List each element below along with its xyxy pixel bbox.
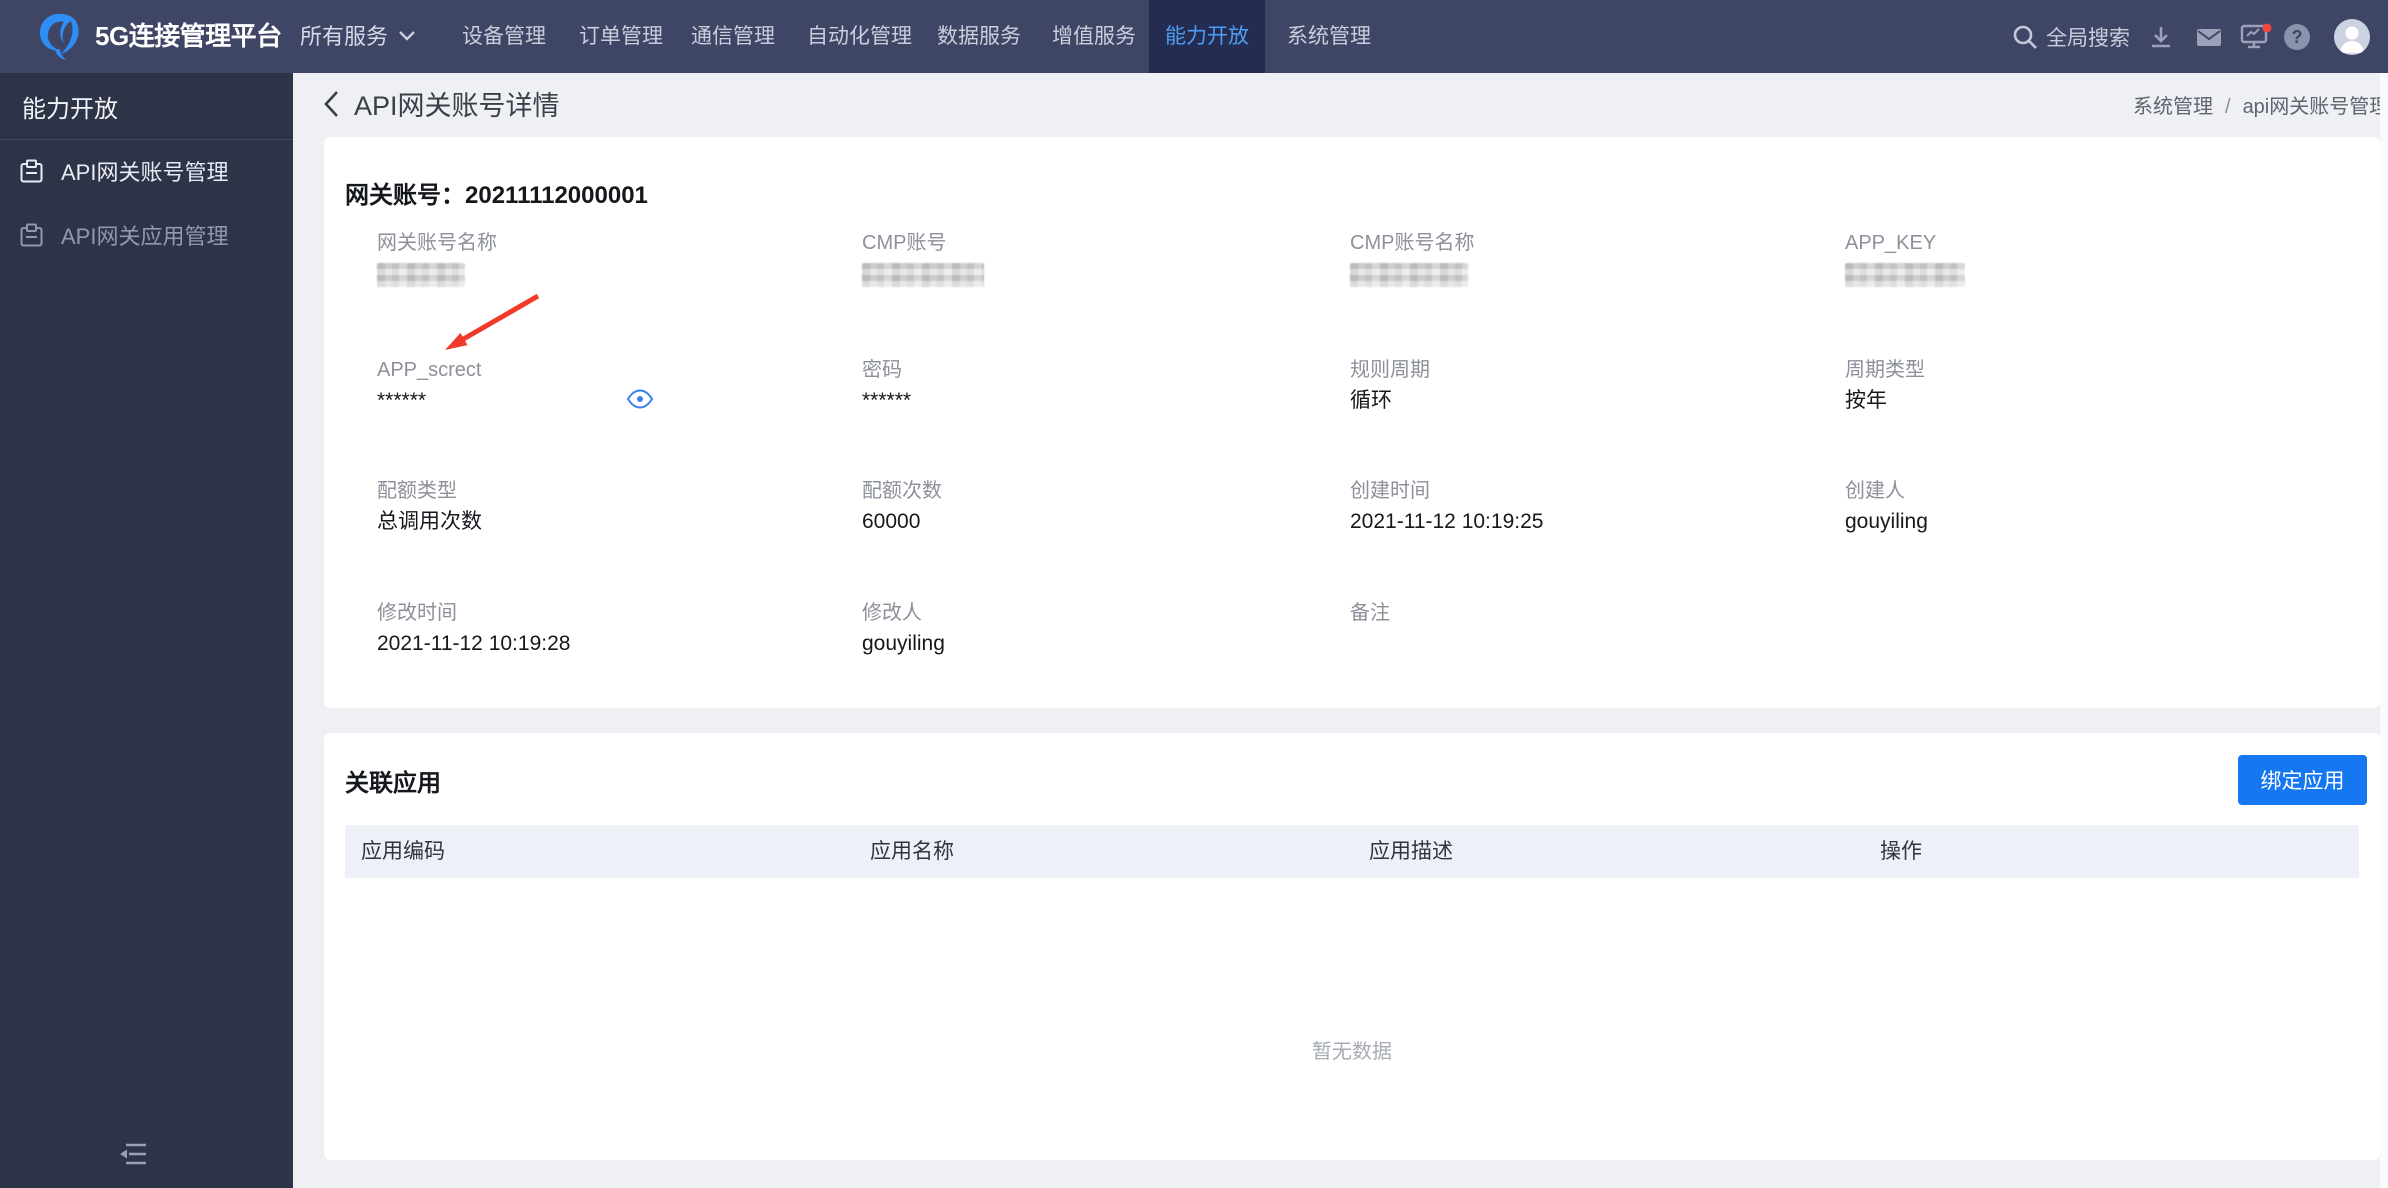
field-label: 配额类型 <box>377 480 457 502</box>
nav-capability-open[interactable]: 能力开放 <box>1149 0 1265 73</box>
bind-app-button[interactable]: 绑定应用 <box>2238 755 2367 805</box>
global-search[interactable]: 全局搜索 <box>2012 0 2130 73</box>
field-value: 60000 <box>862 510 921 533</box>
sidebar-divider <box>0 139 293 140</box>
notification-dot <box>2262 23 2272 32</box>
field-label: 密码 <box>862 359 902 381</box>
masked-value <box>862 263 984 287</box>
nav-automation-mgmt[interactable]: 自动化管理 <box>807 0 912 73</box>
nav-order-mgmt[interactable]: 订单管理 <box>579 0 663 73</box>
download-icon[interactable] <box>2148 0 2174 73</box>
field-label: 创建人 <box>1845 480 1905 502</box>
eye-icon[interactable] <box>626 389 654 409</box>
gateway-account-number: 20211112000001 <box>465 182 648 209</box>
platform-logo-icon <box>39 13 79 60</box>
field-label: 网关账号名称 <box>377 232 497 254</box>
field-value: 按年 <box>1845 389 1887 412</box>
avatar[interactable] <box>2334 0 2370 73</box>
related-apps-title: 关联应用 <box>345 770 441 797</box>
brand-title: 5G连接管理平台 <box>95 21 282 51</box>
masked-value <box>1845 263 1965 287</box>
field-label: 配额次数 <box>862 480 942 502</box>
field-value: ****** <box>862 389 912 412</box>
search-label: 全局搜索 <box>2046 26 2130 50</box>
field-value: gouyiling <box>1845 510 1928 533</box>
field-label: 修改人 <box>862 602 922 624</box>
field-value: 2021-11-12 10:19:28 <box>377 632 571 655</box>
nav-data-service[interactable]: 数据服务 <box>937 0 1021 73</box>
column-header-app-code: 应用编码 <box>361 840 445 863</box>
field-value: 总调用次数 <box>377 510 482 533</box>
nav-value-service[interactable]: 增值服务 <box>1052 0 1136 73</box>
field-label: 周期类型 <box>1845 359 1925 381</box>
mail-icon[interactable] <box>2195 0 2223 73</box>
clipboard-icon <box>20 159 43 182</box>
masked-value <box>377 263 465 287</box>
sidebar-section-title: 能力开放 <box>22 96 118 123</box>
back-button[interactable] <box>322 89 340 119</box>
breadcrumb-separator: / <box>2225 96 2231 118</box>
monitor-notification-icon[interactable] <box>2240 0 2272 73</box>
nav-device-mgmt[interactable]: 设备管理 <box>462 0 546 73</box>
related-apps-card: 关联应用 绑定应用 应用编码 应用名称 应用描述 操作 暂无数据 <box>324 733 2380 1160</box>
column-header-app-name: 应用名称 <box>870 840 954 863</box>
sidebar: 能力开放 API网关账号管理 API网关应用管理 <box>0 73 293 1188</box>
gateway-account-title: 网关账号：20211112000001 <box>345 182 648 209</box>
top-navbar: 5G连接管理平台 所有服务 设备管理 订单管理 通信管理 自动化管理 数据服务 … <box>0 0 2388 73</box>
page-title: API网关账号详情 <box>354 91 560 121</box>
field-label: APP_KEY <box>1845 232 1937 254</box>
search-icon <box>2013 25 2037 49</box>
field-value: gouyiling <box>862 632 945 655</box>
field-value: 2021-11-12 10:19:25 <box>1350 510 1544 533</box>
field-label: 备注 <box>1350 602 1390 624</box>
field-label: CMP账号名称 <box>1350 232 1475 254</box>
help-icon[interactable]: ? <box>2284 0 2310 73</box>
breadcrumb-parent[interactable]: 系统管理 <box>2133 96 2213 118</box>
vertical-scrollbar[interactable] <box>2380 73 2388 1188</box>
breadcrumb-current: api网关账号管理 <box>2242 96 2388 118</box>
field-value: ****** <box>377 389 427 412</box>
column-header-actions: 操作 <box>1880 840 1922 863</box>
field-label: 规则周期 <box>1350 359 1430 381</box>
masked-value <box>1350 263 1468 287</box>
field-label-app-secret: APP_screct <box>377 359 482 381</box>
breadcrumb: 系统管理 / api网关账号管理 <box>2133 90 2388 119</box>
column-header-app-desc: 应用描述 <box>1369 840 1453 863</box>
field-value: 循环 <box>1350 389 1392 412</box>
user-icon <box>2340 26 2364 53</box>
nav-comm-mgmt[interactable]: 通信管理 <box>691 0 775 73</box>
gateway-account-detail-card: 网关账号：20211112000001 网关账号名称 CMP账号 CMP账号名称… <box>324 137 2380 708</box>
table-header-row: 应用编码 应用名称 应用描述 操作 <box>345 825 2359 878</box>
sidebar-item-api-gateway-app[interactable]: API网关应用管理 <box>18 219 228 251</box>
nav-system-mgmt[interactable]: 系统管理 <box>1287 0 1371 73</box>
sidebar-item-label: API网关应用管理 <box>61 224 229 249</box>
sidebar-item-api-gateway-account[interactable]: API网关账号管理 <box>18 155 228 187</box>
field-label: 修改时间 <box>377 602 457 624</box>
chevron-down-icon <box>398 30 416 42</box>
clipboard-icon <box>20 223 43 246</box>
sidebar-collapse-icon[interactable] <box>118 1141 148 1167</box>
sidebar-item-label: API网关账号管理 <box>61 160 229 185</box>
empty-state-text: 暂无数据 <box>1312 1041 1392 1063</box>
field-label: 创建时间 <box>1350 480 1430 502</box>
nav-all-services[interactable]: 所有服务 <box>300 0 416 73</box>
field-label: CMP账号 <box>862 232 947 254</box>
